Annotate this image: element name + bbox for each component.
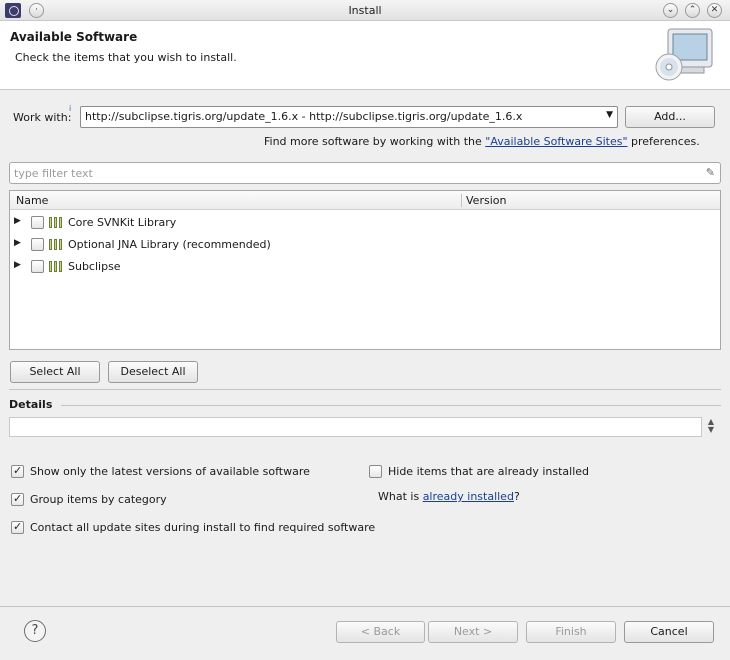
tree-header: Name Version: [10, 191, 720, 210]
clear-filter-icon[interactable]: ✎: [706, 166, 715, 179]
minimize-button[interactable]: ⌄: [663, 3, 678, 18]
column-separator[interactable]: [461, 194, 462, 207]
hint-prefix: Find more software by working with the: [264, 135, 486, 148]
checkmark-icon: ✓: [13, 520, 23, 533]
footer-divider: [0, 606, 730, 607]
item-label: Subclipse: [68, 260, 121, 273]
checkmark-icon: ✓: [13, 464, 23, 477]
what-is-suffix: ?: [513, 490, 520, 503]
work-with-label: Work with:: [13, 111, 72, 124]
show-latest-label[interactable]: Show only the latest versions of availab…: [30, 465, 310, 478]
section-divider: [9, 389, 721, 390]
details-text-area[interactable]: [9, 417, 702, 437]
filter-placeholder: type filter text: [14, 167, 93, 180]
details-divider: [61, 405, 721, 406]
details-scroll-icon[interactable]: ▲ ▼: [705, 418, 717, 434]
available-software-sites-link[interactable]: "Available Software Sites": [485, 135, 627, 148]
available-sites-hint: Find more software by working with the "…: [264, 135, 700, 148]
software-tree[interactable]: Name Version ▶ Core SVNKit Library ▶ Opt…: [9, 190, 721, 350]
window-title: Install: [348, 4, 382, 17]
deselect-all-button[interactable]: Deselect All: [108, 361, 198, 383]
group-by-category-label[interactable]: Group items by category: [30, 493, 167, 506]
page-title: Available Software: [10, 30, 138, 44]
info-icon: i: [69, 104, 72, 113]
hide-installed-checkbox[interactable]: [369, 465, 382, 478]
work-with-value[interactable]: http://subclipse.tigris.org/update_1.6.x…: [85, 110, 522, 123]
help-icon[interactable]: ?: [24, 620, 46, 642]
column-version[interactable]: Version: [466, 194, 506, 207]
show-latest-checkbox[interactable]: ✓: [11, 464, 24, 478]
filter-input[interactable]: type filter text ✎: [9, 162, 721, 184]
contact-sites-checkbox[interactable]: ✓: [11, 520, 24, 534]
already-installed-link[interactable]: already installed: [423, 490, 514, 503]
hint-suffix: preferences.: [627, 135, 700, 148]
install-cd-monitor-icon: [655, 28, 713, 81]
package-icon: [49, 217, 63, 228]
contact-sites-label[interactable]: Contact all update sites during install …: [30, 521, 375, 534]
add-site-button[interactable]: Add...: [625, 106, 715, 128]
maximize-button[interactable]: ⌃: [685, 3, 700, 18]
chevron-right-icon[interactable]: ▶: [14, 216, 21, 226]
tree-row[interactable]: ▶ Core SVNKit Library: [10, 212, 720, 234]
next-button[interactable]: Next >: [428, 621, 518, 643]
chevron-right-icon[interactable]: ▶: [14, 260, 21, 270]
item-label: Optional JNA Library (recommended): [68, 238, 271, 251]
tree-row[interactable]: ▶ Optional JNA Library (recommended): [10, 234, 720, 256]
column-name[interactable]: Name: [16, 194, 48, 207]
item-label: Core SVNKit Library: [68, 216, 177, 229]
item-checkbox[interactable]: [31, 238, 44, 251]
what-is-installed-text: What is already installed?: [378, 490, 520, 503]
chevron-right-icon[interactable]: ▶: [14, 238, 21, 248]
package-icon: [49, 261, 63, 272]
item-checkbox[interactable]: [31, 216, 44, 229]
tree-row[interactable]: ▶ Subclipse: [10, 256, 720, 278]
page-description: Check the items that you wish to install…: [15, 51, 237, 64]
wizard-header: Available Software Check the items that …: [0, 21, 730, 90]
close-button[interactable]: ✕: [707, 3, 722, 18]
what-is-prefix: What is: [378, 490, 423, 503]
package-icon: [49, 239, 63, 250]
work-with-combo[interactable]: http://subclipse.tigris.org/update_1.6.x…: [80, 106, 618, 128]
finish-button[interactable]: Finish: [526, 621, 616, 643]
details-heading: Details: [9, 398, 53, 411]
select-all-button[interactable]: Select All: [10, 361, 100, 383]
item-checkbox[interactable]: [31, 260, 44, 273]
window-titlebar: · Install ⌄ ⌃ ✕: [0, 0, 730, 21]
chevron-down-icon[interactable]: ▼: [606, 110, 613, 120]
checkmark-icon: ✓: [13, 492, 23, 505]
group-by-category-checkbox[interactable]: ✓: [11, 492, 24, 506]
hide-installed-label[interactable]: Hide items that are already installed: [388, 465, 589, 478]
cancel-button[interactable]: Cancel: [624, 621, 714, 643]
back-button[interactable]: < Back: [336, 621, 425, 643]
